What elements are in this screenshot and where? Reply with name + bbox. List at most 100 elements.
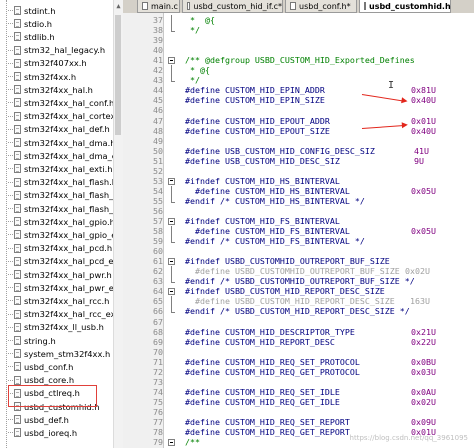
define-value: 0x02U [411,396,436,407]
file-tree-item[interactable]: stm32f407xx.h [8,57,120,70]
header-file-icon [14,177,21,187]
code-line: #endif /* USBD_CUSTOM_HID_REPORT_DESC_SI… [185,306,410,317]
file-tree-item-label: stm32f4xx_ll_usb.h [24,322,104,333]
file-tree-item[interactable]: stm32f4xx_hal_flash_ramfur [8,202,123,215]
file-tree-item[interactable]: usbd_ioreq.h [8,426,120,439]
tab-usbd-conf[interactable]: usbd_conf.h* [285,0,357,13]
file-icon [290,2,296,10]
tree-connector [8,419,13,421]
tab-main-c[interactable]: main.c [137,0,180,13]
header-file-icon [14,375,21,385]
file-tree-item[interactable]: stdint.h [8,4,120,17]
header-file-icon [14,296,21,306]
tree-scrollbar[interactable]: ▲ [113,0,123,448]
fold-guide [168,195,175,207]
file-tree-item-label: stm32f4xx_hal_exti.h [24,163,113,174]
file-tree-item-label: system_stm32f4xx.h [24,348,111,359]
file-tree-item[interactable]: stm32f4xx_hal_conf.h [8,96,120,109]
file-tree-item[interactable]: usbd_conf.h [8,360,120,373]
header-file-icon [14,111,21,121]
file-tree-item[interactable]: system_stm32f4xx.h [8,347,120,360]
file-tree-item[interactable]: stm32f4xx_hal_pwr_ex.h [8,281,123,294]
file-tree-item[interactable]: stdio.h [8,17,120,30]
file-tree-item[interactable]: stm32f4xx_hal_dma.h [8,136,120,149]
file-tree-item[interactable]: stm32f4xx_hal_gpio_ex.h [8,228,123,241]
tree-connector [8,181,13,183]
tab-usbd-custom-hid-if[interactable]: usbd_custom_hid_if.c* [182,0,283,13]
code-line: #endif /* CUSTOM_HID_HS_BINTERVAL */ [185,195,365,206]
define-value: 163U [410,296,430,307]
fold-guide [168,25,175,36]
fold-toggle-icon[interactable] [168,437,175,448]
file-tree-item[interactable]: stm32f4xx_ll_usb.h [8,321,120,334]
fold-guide [168,75,175,86]
tree-connector [8,128,13,130]
scroll-up-icon[interactable]: ▲ [114,1,123,11]
file-tree-item[interactable]: string.h [8,334,120,347]
header-file-icon [14,204,21,213]
file-tree-item-label: stm32f4xx_hal_rcc.h [24,295,110,306]
tree-connector [8,379,13,381]
file-tree-item[interactable]: stm32f4xx.h [8,70,120,83]
define-value: 0x03U [411,366,436,377]
define-value: 0x40U [411,95,436,106]
file-tree-item[interactable]: stm32f4xx_hal_def.h [8,123,120,136]
file-tree-item[interactable]: stm32f4xx_hal_cortex.h [8,110,124,123]
code-line: #define CUSTOM_HID_REQ_GET_PROTOCOL [185,366,360,377]
tab-usbd-customhid[interactable]: usbd_customhid.h [359,0,451,13]
file-tree-item-label: stm32f4xx_hal_rcc_ex.h [24,309,124,320]
file-tree-item[interactable]: stm32f4xx_hal_gpio.h [8,215,120,228]
file-tree-item[interactable]: stm32f4xx_hal_flash.h [8,176,120,189]
header-file-icon [14,283,21,293]
selected-file-highlight [8,385,97,407]
header-file-icon [14,72,21,81]
tree-connector [8,208,13,209]
file-tree-item-label: stm32f4xx_hal_pwr_ex.h [24,282,124,293]
line-number: 79 [153,437,163,448]
tree-connector [8,36,13,38]
file-tree-item-label: stm32f4xx_hal_dma_ex.h [24,150,124,161]
tree-connector [8,326,13,328]
file-tree-item[interactable]: stm32f4xx_hal_exti.h [8,162,120,175]
file-icon [142,2,148,10]
tree-connector [8,300,13,302]
tree-connector [8,340,13,341]
file-tree-item[interactable]: usbd_def.h [8,413,120,426]
define-value: 0x40U [411,125,436,136]
tree-connector [8,23,13,25]
header-file-icon [14,32,21,42]
file-tree-item-label: usbd_conf.h [24,361,74,372]
tree-connector [8,10,13,11]
file-tree-item-label: stm32f4xx_hal_flash.h [24,177,117,188]
tree-connector [8,49,13,51]
file-tree-item[interactable]: stdlib.h [8,30,120,43]
editor-tab-bar: main.c usbd_custom_hid_if.c* usbd_conf.h… [123,0,474,14]
file-tree-item[interactable]: stm32f4xx_hal_flash_ex.h [8,189,123,202]
tree-connector [8,115,13,117]
header-file-icon [14,98,21,108]
file-tree-item[interactable]: stm32f4xx_hal_dma_ex.h [8,149,123,162]
header-file-icon [14,19,21,29]
header-file-icon [14,362,21,372]
file-tree-item[interactable]: stm32f4xx_hal.h [8,83,120,96]
file-tree-item-label: stm32f4xx_hal_cortex.h [24,111,124,122]
tree-connector [8,76,13,77]
file-tree-item[interactable]: stm32_hal_legacy.h [8,44,120,57]
file-tree-item[interactable]: stm32f4xx_hal_rcc.h [8,294,120,307]
file-tree-item[interactable]: stm32f4xx_hal_pcd.h [8,242,120,255]
define-value: 9U [414,155,424,166]
file-tree-item[interactable]: stm32f4xx_hal_pcd_ex.h [8,255,123,268]
tree-connector [8,234,13,236]
file-icon [364,2,366,10]
fold-guide [168,306,175,317]
define-value: 0x05U [411,185,436,196]
file-tree-item[interactable]: stm32f4xx_hal_pwr.h [8,268,120,281]
define-value: 0x05U [411,226,436,237]
tree-connector [8,274,13,275]
tree-connector [8,102,13,104]
tree-connector [8,260,13,262]
tree-connector [8,353,13,355]
tree-connector [8,168,13,170]
file-tree-item[interactable]: stm32f4xx_hal_rcc_ex.h [8,308,124,321]
tree-scrollbar-thumb[interactable] [115,15,121,135]
